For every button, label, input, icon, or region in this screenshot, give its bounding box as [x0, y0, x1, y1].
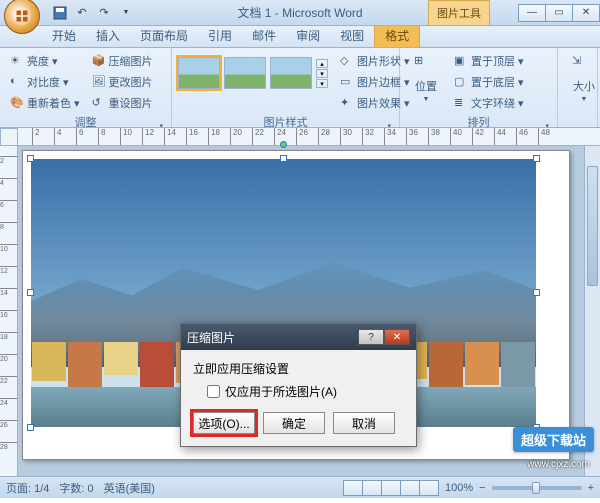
size-button[interactable]: ⇲大小▼ [564, 51, 600, 106]
zoom-out-button[interactable]: − [479, 482, 485, 494]
horizontal-ruler[interactable]: 2468101214161820222426283032343638404244… [18, 128, 600, 146]
wrap-icon: ≣ [454, 96, 468, 110]
bring-front-button[interactable]: ▣置于顶层 ▾ [450, 51, 528, 71]
watermark-url: www.cjxz.com [527, 459, 590, 470]
view-web[interactable] [381, 480, 401, 496]
position-icon: ⊞ [414, 54, 438, 76]
dialog-title: 压缩图片 [187, 329, 235, 346]
window-title: 文档 1 - Microsoft Word [237, 4, 362, 21]
recolor-button[interactable]: 🎨重新着色 ▾ [6, 93, 84, 113]
style-preset-2[interactable] [224, 57, 266, 89]
cancel-button[interactable]: 取消 [333, 412, 395, 434]
status-language[interactable]: 英语(美国) [104, 480, 155, 496]
view-draft[interactable] [419, 480, 439, 496]
dialog-close-button[interactable]: ✕ [384, 329, 410, 345]
gallery-up-icon[interactable]: ▴ [316, 59, 328, 68]
brightness-button[interactable]: ☀亮度 ▾ [6, 51, 84, 71]
size-icon: ⇲ [572, 54, 596, 76]
scrollbar-thumb[interactable] [587, 166, 598, 286]
ok-button[interactable]: 确定 [263, 412, 325, 434]
zoom-in-button[interactable]: + [588, 482, 594, 494]
view-print-layout[interactable] [343, 480, 363, 496]
minimize-button[interactable]: — [518, 4, 546, 22]
undo-icon[interactable]: ↶ [74, 5, 90, 21]
compress-pictures-dialog: 压缩图片 ? ✕ 立即应用压缩设置 仅应用于所选图片(A) 选项(O)... 确… [180, 323, 417, 447]
gallery-down-icon[interactable]: ▾ [316, 69, 328, 78]
contrast-button[interactable]: ◐对比度 ▾ [6, 72, 84, 92]
maximize-button[interactable]: ▭ [545, 4, 573, 22]
options-button[interactable]: 选项(O)... [193, 412, 255, 434]
close-button[interactable]: ✕ [572, 4, 600, 22]
zoom-level[interactable]: 100% [445, 482, 473, 494]
back-icon: ▢ [454, 75, 468, 89]
effects-icon: ✦ [340, 96, 354, 110]
view-full-screen[interactable] [362, 480, 382, 496]
tab-insert[interactable]: 插入 [86, 24, 130, 47]
redo-icon[interactable]: ↷ [96, 5, 112, 21]
compress-icon: 📦 [92, 54, 106, 68]
send-back-button[interactable]: ▢置于底层 ▾ [450, 72, 528, 92]
sun-icon: ☀ [10, 54, 24, 68]
tab-layout[interactable]: 页面布局 [130, 24, 198, 47]
tab-review[interactable]: 审阅 [286, 24, 330, 47]
text-wrap-button[interactable]: ≣文字环绕 ▾ [450, 93, 528, 113]
save-icon[interactable] [52, 5, 68, 21]
tab-view[interactable]: 视图 [330, 24, 374, 47]
border-icon: ▭ [340, 75, 354, 89]
palette-icon: 🎨 [10, 96, 24, 110]
contextual-tab-label: 图片工具 [428, 0, 490, 26]
status-page[interactable]: 页面: 1/4 [6, 480, 49, 496]
office-button[interactable] [4, 0, 40, 34]
tab-home[interactable]: 开始 [42, 24, 86, 47]
style-preset-1[interactable] [178, 57, 220, 89]
front-icon: ▣ [454, 54, 468, 68]
apply-selected-checkbox[interactable]: 仅应用于所选图片(A) [207, 383, 404, 400]
status-words[interactable]: 字数: 0 [59, 480, 93, 496]
ruler-corner [0, 128, 18, 146]
dialog-heading: 立即应用压缩设置 [193, 360, 404, 377]
view-outline[interactable] [400, 480, 420, 496]
qat-dropdown-icon[interactable]: ▼ [118, 5, 134, 21]
dialog-help-button[interactable]: ? [358, 329, 384, 345]
change-picture-button[interactable]: 🖼更改图片 [88, 72, 157, 92]
gallery-more-icon[interactable]: ▾ [316, 79, 328, 88]
zoom-slider[interactable] [492, 486, 582, 490]
reset-icon: ↺ [92, 96, 106, 110]
position-button[interactable]: ⊞位置▼ [406, 51, 446, 106]
style-preset-3[interactable] [270, 57, 312, 89]
vertical-ruler[interactable]: 246810121416182022242628 [0, 146, 18, 476]
compress-pictures-button[interactable]: 📦压缩图片 [88, 51, 157, 71]
tab-format[interactable]: 格式 [374, 23, 420, 47]
shape-icon: ◇ [340, 54, 354, 68]
watermark-badge: 超级下载站 [513, 427, 594, 452]
checkbox-input[interactable] [207, 385, 220, 398]
tab-references[interactable]: 引用 [198, 24, 242, 47]
zoom-slider-thumb[interactable] [532, 482, 540, 494]
tab-mail[interactable]: 邮件 [242, 24, 286, 47]
ribbon-tabs: 开始 插入 页面布局 引用 邮件 审阅 视图 格式 [0, 26, 600, 48]
contrast-icon: ◐ [10, 75, 24, 89]
change-icon: 🖼 [92, 75, 106, 89]
reset-picture-button[interactable]: ↺重设图片 [88, 93, 157, 113]
